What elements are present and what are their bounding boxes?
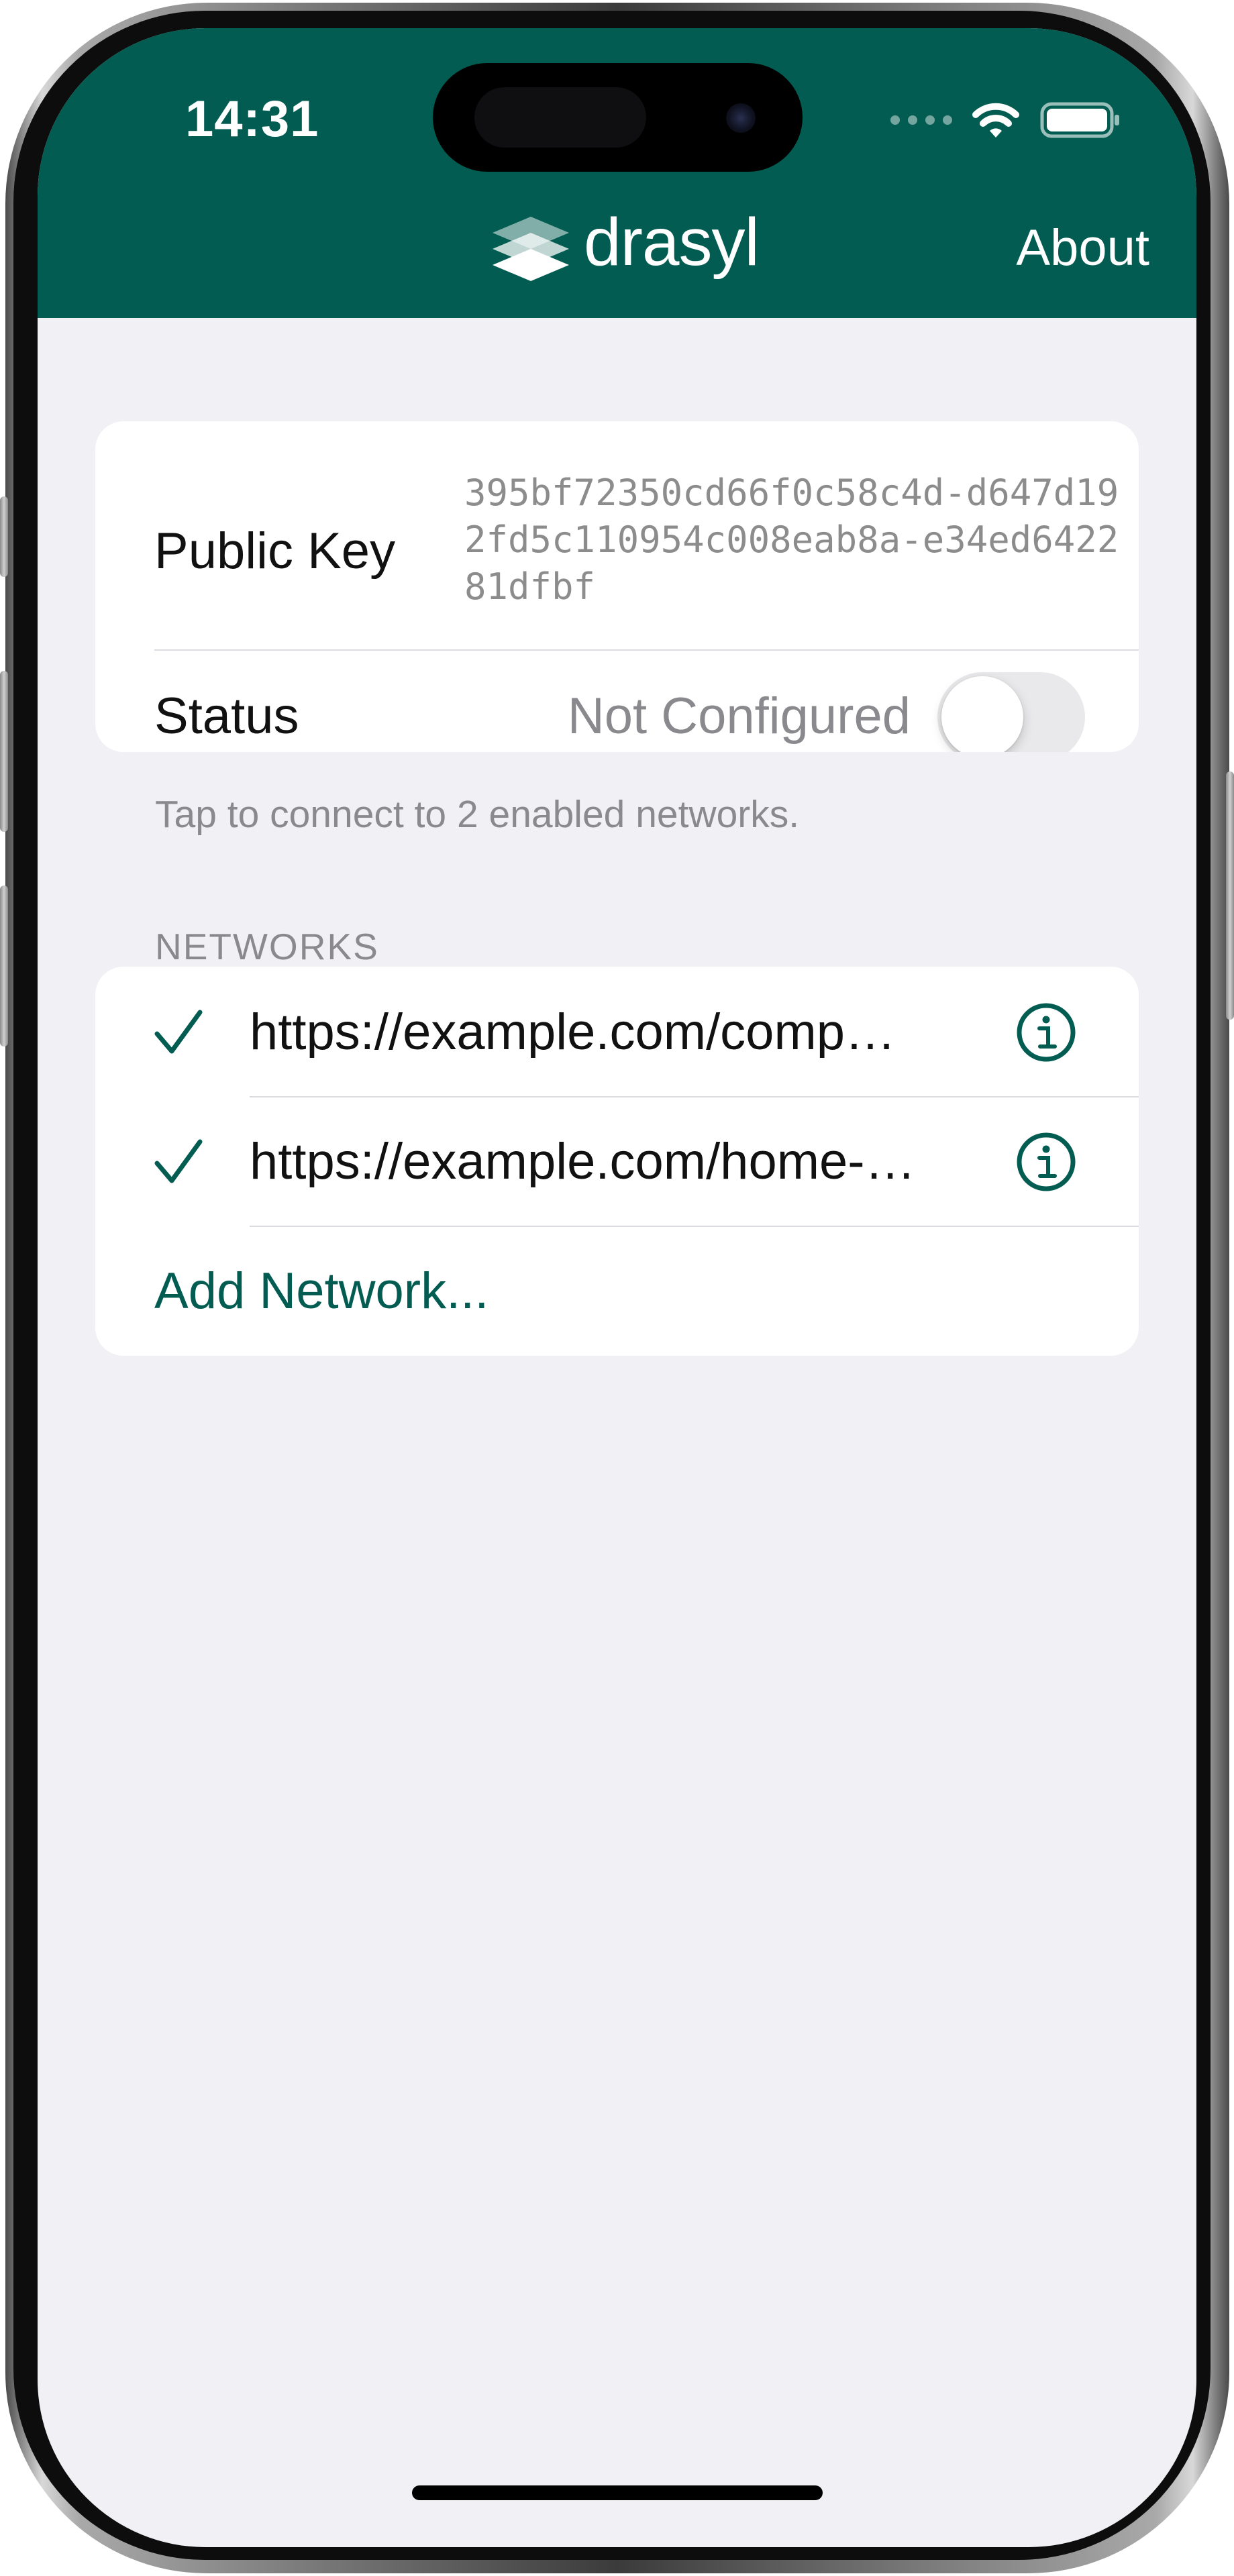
- battery-icon: [1040, 102, 1119, 138]
- power-button: [1226, 771, 1234, 1020]
- navigation-bar: 14:31 drasyl About: [38, 28, 1196, 318]
- volume-up-button: [0, 671, 8, 832]
- network-row[interactable]: https://example.com/home-…: [95, 1096, 1139, 1226]
- status-time: 14:31: [185, 91, 319, 148]
- logo-wordmark: drasyl: [584, 205, 760, 280]
- layers-logo-icon: [493, 217, 569, 281]
- island-sensor: [474, 87, 646, 148]
- action-button: [0, 496, 8, 577]
- status-icons: [890, 97, 1123, 144]
- cellular-signal-icon: [890, 115, 952, 125]
- row-divider: [154, 649, 1139, 651]
- drasyl-logo: drasyl: [487, 205, 760, 289]
- volume-down-button: [0, 885, 8, 1046]
- status-value: Not Configured: [567, 688, 911, 745]
- connection-toggle[interactable]: [937, 672, 1085, 752]
- about-button[interactable]: About: [1016, 223, 1149, 274]
- front-camera: [726, 103, 756, 133]
- home-indicator[interactable]: [412, 2485, 823, 2500]
- public-key-value[interactable]: 395bf72350cd66f0c58c4d-d647d192fd5c11095…: [464, 470, 1122, 610]
- checkmark-icon: [154, 1010, 203, 1054]
- row-divider: [250, 1226, 1139, 1227]
- public-key-label: Public Key: [154, 523, 396, 580]
- network-row[interactable]: https://example.com/compa…: [95, 967, 1139, 1096]
- info-circle-icon[interactable]: [1015, 1131, 1077, 1193]
- app-screen: 14:31 drasyl About Public Key 395bf72350…: [38, 28, 1196, 2547]
- networks-section-title: NETWORKS: [155, 926, 379, 967]
- wifi-icon: [972, 103, 1019, 138]
- networks-card: https://example.com/compa… https://examp…: [95, 967, 1139, 1356]
- dynamic-island: [433, 63, 803, 172]
- toggle-knob: [941, 676, 1023, 752]
- network-url: https://example.com/compa…: [250, 1007, 921, 1058]
- status-label: Status: [154, 688, 299, 745]
- checkmark-icon: [154, 1139, 203, 1183]
- status-footnote: Tap to connect to 2 enabled networks.: [155, 793, 800, 836]
- info-circle-icon[interactable]: [1015, 1002, 1077, 1063]
- identity-card: Public Key 395bf72350cd66f0c58c4d-d647d1…: [95, 421, 1139, 752]
- add-network-button[interactable]: Add Network...: [154, 1266, 489, 1317]
- network-url: https://example.com/home-…: [250, 1136, 916, 1187]
